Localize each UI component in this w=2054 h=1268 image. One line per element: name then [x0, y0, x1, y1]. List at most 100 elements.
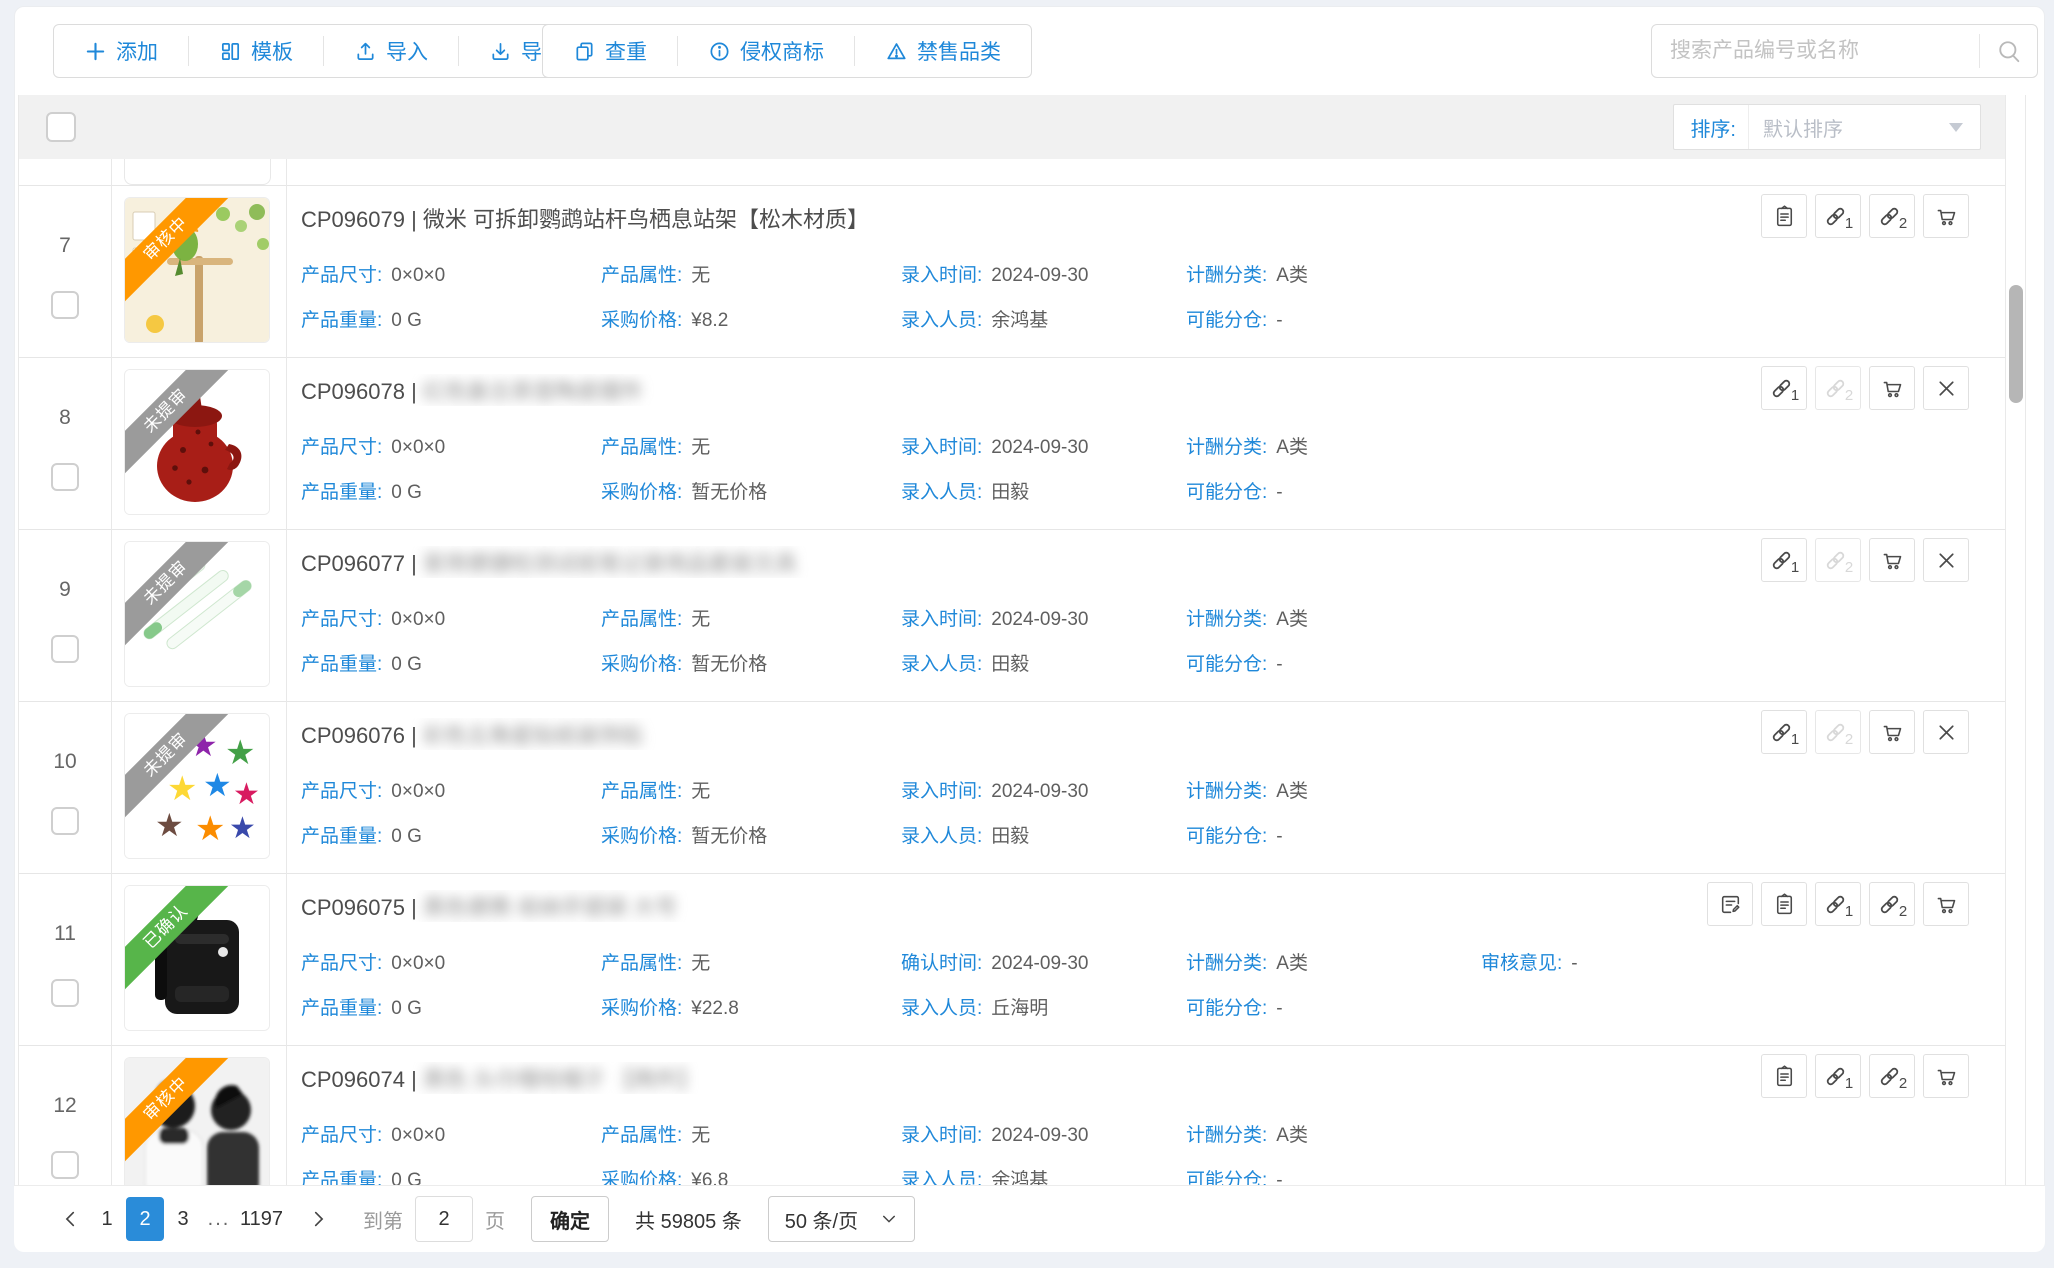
chevron-right-icon	[307, 1208, 329, 1230]
cart-icon[interactable]	[1869, 710, 1915, 754]
field-value: ¥22.8	[691, 998, 739, 1019]
page-size-select[interactable]: 50 条/页	[768, 1196, 915, 1242]
field-cell: 产品重量:0 G	[301, 649, 422, 676]
link-1-icon[interactable]: 1	[1815, 882, 1861, 926]
field-line: 产品尺寸:0×0×0产品属性:无录入时间:2024-09-30计酬分类:A类	[301, 432, 1925, 458]
duplicate-check-label: 查重	[605, 36, 647, 66]
close-icon[interactable]	[1923, 710, 1969, 754]
row-checkbox[interactable]	[51, 635, 79, 663]
cart-icon[interactable]	[1923, 194, 1969, 238]
link-2-icon[interactable]: 2	[1815, 366, 1861, 410]
search-input[interactable]	[1652, 39, 1979, 63]
product-row: 10★★★★★★★★★未提审CP096076 | 彩色五角星贴纸装饰贴产品尺寸:…	[19, 702, 2005, 874]
page-button-2-active[interactable]: 2	[126, 1197, 164, 1241]
field-line: 产品重量:0 G采购价格:暂无价格录入人员:田毅可能分仓:-	[301, 477, 1925, 503]
svg-text:★: ★	[233, 777, 260, 812]
sort-value[interactable]: 默认排序	[1748, 105, 1948, 149]
svg-text:★: ★	[229, 811, 256, 846]
field-label: 录入人员:	[901, 482, 982, 503]
confirm-button[interactable]: 确定	[531, 1196, 609, 1242]
product-name: 黑色便携 收纳手提袋 大号	[423, 895, 677, 920]
link-2-icon[interactable]: 2	[1869, 882, 1915, 926]
field-cell: 确认时间:2024-09-30	[901, 948, 1088, 975]
page-button-1[interactable]: 1	[88, 1197, 126, 1241]
link-1-icon[interactable]: 1	[1815, 1054, 1861, 1098]
export-icon	[489, 40, 512, 63]
field-value: 2024-09-30	[991, 265, 1088, 286]
close-icon[interactable]	[1923, 538, 1969, 582]
jump-page-input[interactable]	[415, 1196, 473, 1242]
product-image[interactable]: 未提审	[124, 369, 270, 515]
product-image[interactable]: 审核中	[124, 197, 270, 343]
toolbar-group-primary: 添加 模板 导入 导出	[53, 24, 594, 78]
cart-icon[interactable]	[1869, 538, 1915, 582]
field-cell: 采购价格:¥22.8	[601, 993, 739, 1020]
row-checkbox[interactable]	[51, 807, 79, 835]
product-image[interactable]: 审核中	[124, 1057, 270, 1185]
vertical-scrollbar-thumb[interactable]	[2009, 285, 2023, 403]
prev-page-button[interactable]	[54, 1202, 88, 1236]
field-cell: 可能分仓:-	[1186, 649, 1283, 676]
row-checkbox[interactable]	[51, 463, 79, 491]
row-checkbox[interactable]	[51, 291, 79, 319]
clipboard-icon[interactable]	[1761, 1054, 1807, 1098]
next-page-button[interactable]	[301, 1202, 335, 1236]
link-2-icon[interactable]: 2	[1815, 538, 1861, 582]
field-label: 计酬分类:	[1186, 953, 1267, 974]
link-2-icon[interactable]: 2	[1869, 194, 1915, 238]
sort-label: 排序:	[1674, 113, 1748, 142]
template-button-label: 模板	[251, 36, 293, 66]
memo-icon[interactable]	[1707, 882, 1753, 926]
page-button-3[interactable]: 3	[164, 1197, 202, 1241]
link-1-icon[interactable]: 1	[1761, 710, 1807, 754]
cart-icon[interactable]	[1869, 366, 1915, 410]
field-cell: 产品尺寸:0×0×0	[301, 604, 445, 631]
search-icon[interactable]	[1979, 34, 2037, 68]
close-icon[interactable]	[1923, 366, 1969, 410]
link-1-icon[interactable]: 1	[1761, 538, 1807, 582]
infringing-trademark-button[interactable]: 侵权商标	[677, 36, 854, 66]
duplicate-check-button[interactable]: 查重	[543, 36, 677, 66]
template-button[interactable]: 模板	[188, 36, 323, 66]
product-search	[1651, 24, 2038, 78]
banned-category-button[interactable]: 禁售品类	[854, 36, 1031, 66]
product-image[interactable]: ★★★★★★★★★未提审	[124, 713, 270, 859]
product-image[interactable]: 未提审	[124, 541, 270, 687]
link-1-icon[interactable]: 1	[1761, 366, 1807, 410]
field-value: -	[1276, 998, 1282, 1019]
cart-icon[interactable]	[1923, 1054, 1969, 1098]
add-button[interactable]: 添加	[54, 36, 188, 66]
field-cell: 可能分仓:-	[1186, 477, 1283, 504]
product-row: 8未提审CP096078 | 红色复古茶壶陶瓷摆件产品尺寸:0×0×0产品属性:…	[19, 358, 2005, 530]
select-all-checkbox[interactable]	[46, 112, 76, 142]
field-value: ¥6.8	[691, 1170, 728, 1185]
scrollbar-track-divider	[2025, 95, 2026, 1185]
field-label: 产品尺寸:	[301, 437, 382, 458]
page-button-last[interactable]: 1197	[236, 1197, 287, 1241]
field-value: 2024-09-30	[991, 437, 1088, 458]
row-checkbox[interactable]	[51, 979, 79, 1007]
column-divider	[286, 159, 287, 1185]
row-checkbox[interactable]	[51, 1151, 79, 1179]
plus-icon	[84, 40, 107, 63]
field-value: A类	[1276, 781, 1308, 802]
chevron-left-icon	[60, 1208, 82, 1230]
product-image[interactable]: 已确认	[124, 885, 270, 1031]
template-icon	[219, 40, 242, 63]
field-cell: 录入人员:田毅	[901, 477, 1029, 504]
cart-icon[interactable]	[1923, 882, 1969, 926]
clipboard-icon[interactable]	[1761, 882, 1807, 926]
link-2-icon[interactable]: 2	[1869, 1054, 1915, 1098]
link-1-icon[interactable]: 1	[1815, 194, 1861, 238]
import-button[interactable]: 导入	[323, 36, 458, 66]
field-cell: 产品尺寸:0×0×0	[301, 432, 445, 459]
clipboard-icon[interactable]	[1761, 194, 1807, 238]
field-value: 0 G	[391, 654, 422, 675]
sort-control[interactable]: 排序: 默认排序	[1673, 104, 1981, 150]
total-count-label: 共 59805 条	[635, 1205, 742, 1234]
field-label: 采购价格:	[601, 482, 682, 503]
field-line: 产品重量:0 G采购价格:¥6.8录入人员:余鸿基可能分仓:-	[301, 1165, 1925, 1185]
field-label: 产品尺寸:	[301, 1125, 382, 1146]
toolbar-group-secondary: 查重 侵权商标 禁售品类	[542, 24, 1032, 78]
link-2-icon[interactable]: 2	[1815, 710, 1861, 754]
